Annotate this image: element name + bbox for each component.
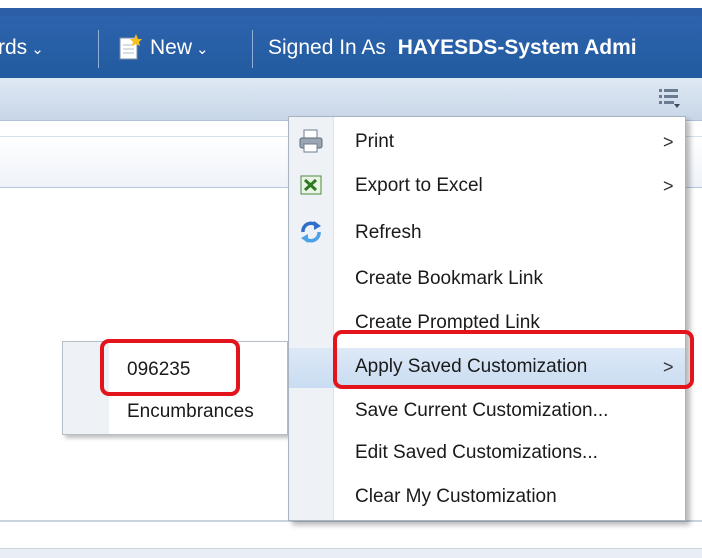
page-options-menu: Print > Export to Excel > Refresh Create… [288, 116, 686, 521]
printer-icon [299, 129, 323, 153]
chevron-down-icon: ⌄ [31, 41, 44, 58]
header-divider [98, 30, 99, 68]
menu-item-edit-saved-customizations[interactable]: Edit Saved Customizations... [289, 434, 685, 474]
menu-item-print[interactable]: Print > [289, 123, 685, 163]
page-options-icon[interactable] [656, 85, 682, 111]
menu-label: Save Current Customization... [355, 400, 609, 421]
callout-highlight-096235 [100, 339, 240, 396]
chevron-down-icon: ⌄ [196, 41, 209, 58]
signed-in-info[interactable]: Signed In As HAYESDS-System Admi [268, 36, 637, 60]
callout-highlight-apply-saved-customization [333, 330, 694, 389]
menu-label: Create Bookmark Link [355, 268, 543, 289]
customization-encumbrances[interactable]: Encumbrances [127, 401, 254, 423]
page-toolbar [0, 78, 702, 121]
header-divider [252, 30, 253, 68]
signed-in-user: HAYESDS-System Admi [397, 36, 637, 59]
menu-item-save-current-customization[interactable]: Save Current Customization... [289, 392, 685, 432]
submenu-arrow-icon: > [663, 132, 674, 152]
menu-item-create-bookmark-link[interactable]: Create Bookmark Link [289, 260, 685, 300]
signed-in-prefix: Signed In As [268, 36, 386, 59]
menu-item-export-to-excel[interactable]: Export to Excel > [289, 167, 685, 207]
refresh-icon [301, 221, 321, 243]
menu-label: Clear My Customization [355, 486, 557, 507]
global-header: rds ⌄ New ⌄ Signed In As HAYESDS-System Ad… [0, 0, 702, 78]
new-document-icon [119, 34, 142, 60]
menu-label: Print [355, 131, 395, 152]
menu-label: Refresh [355, 222, 422, 243]
submenu-arrow-icon: > [663, 176, 674, 196]
excel-icon [300, 175, 322, 195]
menu-item-refresh[interactable]: Refresh [289, 214, 685, 254]
dashboards-menu[interactable]: rds ⌄ [0, 36, 44, 60]
new-label: New [150, 36, 193, 59]
menu-label: Edit Saved Customizations... [355, 442, 598, 463]
menu-label: Export to Excel [355, 175, 483, 196]
dashboards-label: rds [0, 36, 28, 59]
new-menu[interactable]: New ⌄ [150, 36, 209, 60]
menu-item-clear-my-customization[interactable]: Clear My Customization [289, 478, 685, 518]
